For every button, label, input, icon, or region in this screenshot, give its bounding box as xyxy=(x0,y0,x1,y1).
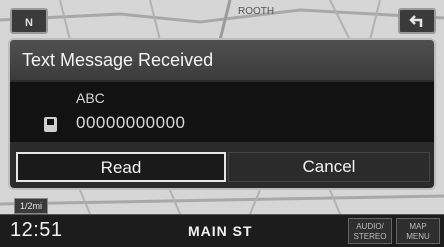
clock: 12:51 xyxy=(10,219,63,241)
current-street: MAIN ST xyxy=(188,223,253,239)
road-label: ROOTH xyxy=(238,6,275,17)
north-label: N xyxy=(25,17,33,29)
cancel-button[interactable]: Cancel xyxy=(228,152,430,182)
message-info: ABC 00000000000 xyxy=(10,82,434,142)
return-button[interactable] xyxy=(398,8,436,34)
map-menu-button[interactable]: MAP MENU xyxy=(396,218,440,244)
dialog-title: Text Message Received xyxy=(10,40,434,80)
status-bar: 12:51 MAIN ST AUDIO/ STEREO MAP MENU xyxy=(0,214,444,247)
read-button-label: Read xyxy=(100,158,142,177)
scale-label: 1/2mi xyxy=(19,201,42,211)
map-scale[interactable]: 1/2mi xyxy=(14,198,48,214)
text-message-dialog: Text Message Received ABC 00000000000 Re… xyxy=(8,38,436,190)
audio-button[interactable]: AUDIO/ STEREO xyxy=(348,218,392,244)
read-button[interactable]: Read xyxy=(16,152,226,182)
sender-name: ABC xyxy=(76,90,105,106)
phone-number: 00000000000 xyxy=(76,113,186,132)
north-up-button[interactable]: N xyxy=(10,8,48,34)
phone-icon xyxy=(44,117,57,132)
return-arrow-icon xyxy=(409,15,423,27)
cancel-button-label: Cancel xyxy=(302,157,356,176)
